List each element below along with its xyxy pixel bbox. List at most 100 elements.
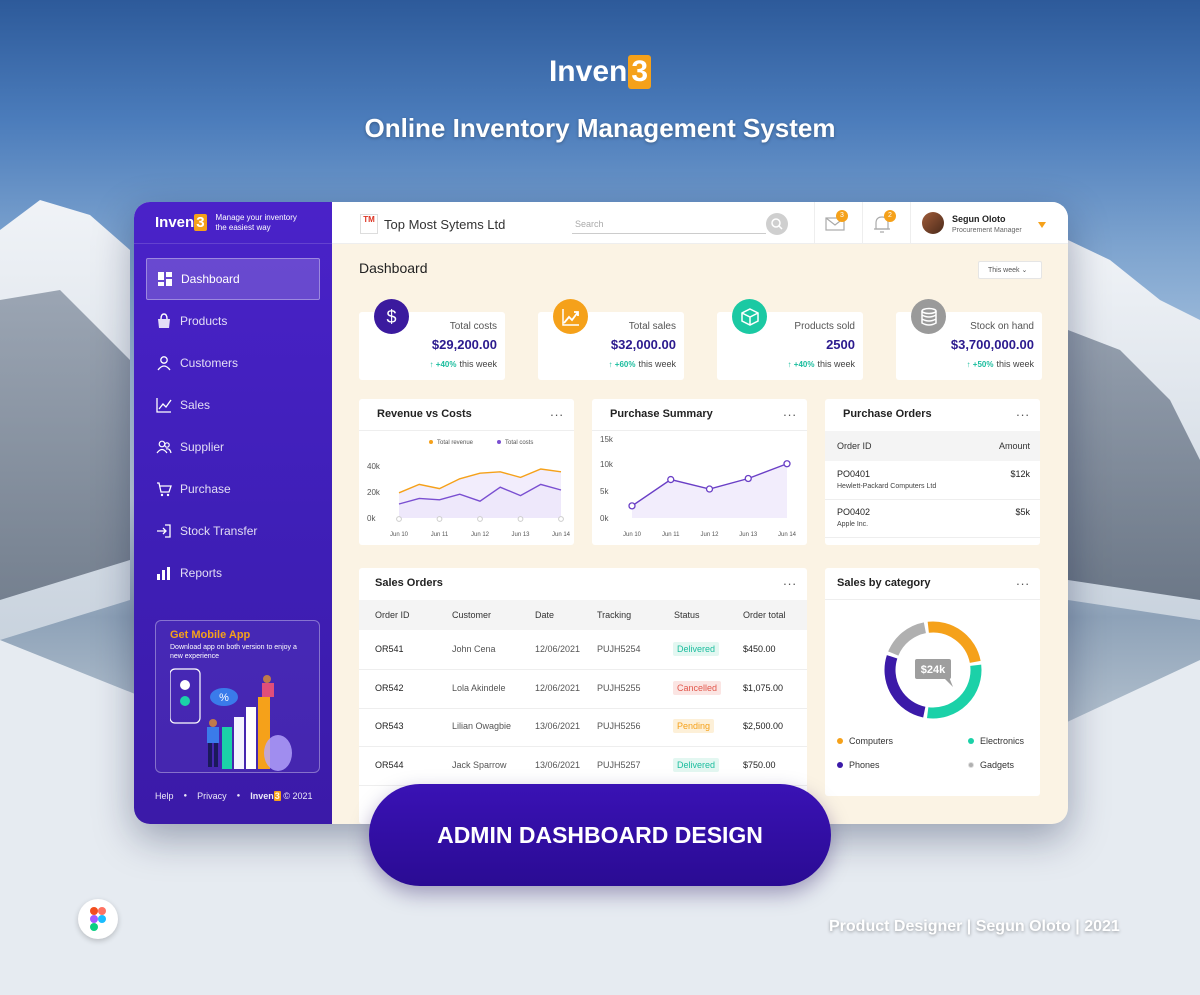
table-header: Order ID Amount: [825, 431, 1040, 461]
cell-id: OR542: [375, 682, 404, 693]
legend-label: Total revenue: [437, 440, 474, 446]
sidebar-item-products[interactable]: Products: [146, 300, 320, 342]
stat-card-products-sold[interactable]: Products sold 2500 ↑ +40% this week: [717, 299, 863, 380]
notification-button[interactable]: 2: [873, 210, 896, 239]
stat-card-stock-on-hand[interactable]: Stock on hand $3,700,000.00 ↑ +50% this w…: [896, 299, 1042, 380]
bag-icon: [158, 313, 170, 328]
order-amount: $5k: [1015, 507, 1030, 517]
stat-change: ↑ +60% this week: [608, 359, 676, 369]
card-title: Purchase Summary: [610, 408, 713, 420]
search-icon: [771, 218, 783, 230]
order-id: PO0401: [837, 469, 871, 479]
x-tick-label: Jun 11: [431, 532, 449, 538]
table-row[interactable]: OR544 Jack Sparrow 13/06/2021 PUJH5257 Deliv…: [359, 748, 807, 786]
cell-id: OR541: [375, 644, 404, 654]
help-link[interactable]: Help: [155, 791, 174, 801]
cell-total: $450.00: [743, 644, 776, 654]
stat-card-total-sales[interactable]: Total sales $32,000.00 ↑ +60% this week: [538, 299, 684, 380]
cell-tracking: PUJH5255: [597, 682, 641, 693]
x-tick-label: Jun 13: [739, 532, 758, 538]
baseline-dot: [517, 516, 524, 522]
cell-date: 13/06/2021: [535, 721, 581, 731]
sidebar-item-sales[interactable]: Sales: [146, 384, 320, 426]
table-row[interactable]: PO0402 Apple Inc. $5k: [825, 501, 1040, 538]
search-button[interactable]: [766, 213, 788, 235]
app-window: Inven 3 Manage your inventory the easiest …: [134, 202, 1068, 824]
column-header[interactable]: Order ID: [837, 441, 872, 451]
brand-suffix: 3: [628, 55, 652, 89]
y-tick-label: 10k: [600, 460, 614, 469]
table-row[interactable]: OR542 Lola Akindele 12/06/2021 PUJH5255 Canc…: [359, 671, 807, 709]
dollar-icon: $: [374, 299, 409, 334]
y-tick-label: 0k: [600, 514, 609, 523]
more-icon[interactable]: ...: [783, 404, 797, 419]
column-header[interactable]: Date: [535, 610, 554, 620]
column-header[interactable]: Customer: [452, 610, 491, 620]
x-tick-label: Jun 11: [662, 532, 680, 538]
sidebar-logo[interactable]: Inven 3: [155, 214, 207, 231]
trend-up-icon: [553, 299, 588, 334]
stat-card-total-costs[interactable]: $ Total costs $29,200.00 ↑ +40% this week: [359, 299, 505, 380]
transfer-icon: [157, 524, 171, 538]
company-name[interactable]: Top Most Sytems Ltd: [384, 217, 505, 232]
x-tick-label: Jun 10: [623, 532, 642, 538]
cell-customer: Jack Sparrow: [452, 759, 507, 770]
chevron-down-icon[interactable]: [1038, 222, 1046, 228]
apple-store-icon: [180, 680, 190, 690]
sidebar-item-purchase[interactable]: Purchase: [146, 468, 320, 510]
revenue-chart: Total revenue Total costs 0k 20k 40k Jun 10 Ju…: [367, 440, 571, 538]
y-tick-label: 5k: [600, 487, 609, 496]
privacy-link[interactable]: Privacy: [197, 791, 227, 801]
avatar[interactable]: [922, 212, 944, 234]
cell-customer: Lola Akindele: [452, 682, 506, 693]
column-header[interactable]: Status: [674, 610, 700, 620]
data-point: [783, 460, 791, 468]
mail-button[interactable]: 3: [825, 210, 848, 237]
brand-logo: Inven 3: [0, 55, 1200, 89]
card-title: Revenue vs Costs: [377, 408, 472, 420]
order-id: PO0402: [837, 507, 871, 517]
sidebar-item-label: Reports: [180, 566, 223, 580]
more-icon[interactable]: ...: [550, 404, 564, 419]
data-point: [744, 474, 752, 483]
cell-customer: Lilian Owagbie: [452, 721, 512, 731]
chevron-down-icon: ⌄: [1021, 267, 1028, 274]
search-input[interactable]: Search: [572, 214, 766, 234]
legend-dot: [429, 440, 433, 444]
more-icon[interactable]: ...: [1016, 573, 1030, 588]
cart-icon: [157, 482, 172, 497]
table-row[interactable]: PO0401 Hewlett-Packard Computers Ltd $12…: [825, 463, 1040, 500]
footer-brand: Inven3 © 2021: [250, 791, 313, 801]
divider: [825, 599, 1040, 600]
sidebar-item-stock-transfer[interactable]: Stock Transfer: [146, 510, 320, 552]
column-header[interactable]: Tracking: [597, 610, 631, 620]
sidebar-item-customers[interactable]: Customers: [146, 342, 320, 384]
table-row[interactable]: OR541 John Cena 12/06/2021 PUJH5254 Delivere…: [359, 632, 807, 670]
more-icon[interactable]: ...: [783, 573, 797, 588]
sidebar-item-reports[interactable]: Reports: [146, 552, 320, 594]
divider: [814, 202, 815, 244]
sidebar-tagline: Manage your inventory the easiest way: [215, 212, 297, 232]
column-header[interactable]: Order ID: [375, 610, 410, 620]
table-row[interactable]: OR543 Lilian Owagbie 13/06/2021 PUJH5256 Pen…: [359, 709, 807, 747]
cell-date: 13/06/2021: [535, 759, 581, 770]
column-header[interactable]: Order total: [743, 610, 786, 620]
column-header[interactable]: Amount: [999, 441, 1030, 451]
cell-date: 12/06/2021: [535, 644, 581, 654]
more-icon[interactable]: ...: [1016, 404, 1030, 419]
cell-id: OR544: [375, 759, 404, 770]
sidebar-item-dashboard[interactable]: Dashboard: [146, 258, 320, 300]
sidebar-item-supplier[interactable]: Supplier: [146, 426, 320, 468]
cell-customer: John Cena: [452, 644, 496, 654]
y-tick-label: 0k: [367, 514, 376, 523]
y-tick-label: 40k: [367, 462, 381, 471]
cell-id: OR543: [375, 721, 404, 731]
order-amount: $12k: [1010, 469, 1030, 479]
database-icon: [911, 299, 946, 334]
stat-label: Products sold: [794, 321, 855, 332]
user-name[interactable]: Segun Oloto: [952, 214, 1006, 224]
baseline-dot: [477, 516, 483, 522]
status-badge: Cancelled: [673, 680, 722, 695]
mobile-app-promo[interactable]: Get Mobile App Download app on both vers…: [155, 620, 320, 773]
period-select[interactable]: This week ⌄: [978, 261, 1042, 279]
